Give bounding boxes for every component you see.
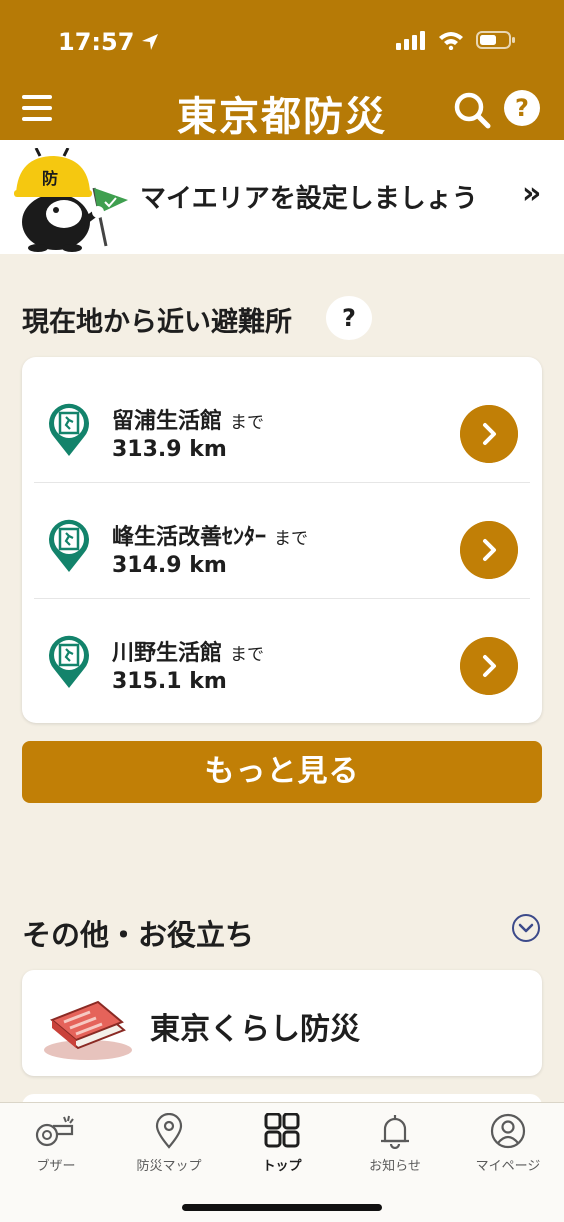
mascot-badge-text: 防 bbox=[42, 169, 58, 188]
status-icons bbox=[396, 30, 516, 50]
mascot-illustration: 防 bbox=[14, 148, 128, 252]
shelter-name: 川野生活館 まで bbox=[112, 635, 264, 667]
tab-label: ブザー bbox=[36, 1159, 76, 1174]
tab-label: 防災マップ bbox=[136, 1159, 202, 1174]
tab-mypage[interactable]: マイページ bbox=[452, 1113, 564, 1177]
status-time: 17:57 bbox=[58, 28, 160, 56]
shelter-pin-icon bbox=[49, 519, 89, 572]
tab-buzzer[interactable]: ブザー bbox=[0, 1113, 112, 1177]
myarea-banner[interactable]: 防 マイエリアを設定しましょう » bbox=[0, 140, 564, 254]
search-icon[interactable] bbox=[452, 90, 492, 130]
shelter-name-text: 川野生活館 bbox=[112, 641, 223, 666]
other-section-title: その他・お役立ち bbox=[22, 918, 255, 952]
nearby-help-button[interactable]: ? bbox=[326, 296, 372, 340]
shelter-suffix: まで bbox=[230, 645, 265, 665]
chevron-right-icon[interactable] bbox=[460, 637, 518, 695]
tab-notices[interactable]: お知らせ bbox=[339, 1113, 451, 1177]
help-button[interactable]: ? bbox=[504, 90, 540, 126]
bell-icon bbox=[381, 1115, 409, 1149]
book-icon bbox=[44, 1000, 132, 1060]
shelter-distance: 313.9 km bbox=[112, 437, 227, 462]
location-arrow-icon bbox=[142, 34, 159, 50]
shelter-list-card: 留浦生活館まで 313.9 km 峰生活改善ｾﾝﾀｰまで 314.9 km bbox=[22, 357, 542, 723]
home-indicator[interactable] bbox=[182, 1204, 382, 1211]
app-header: 東京都防災 ? bbox=[0, 80, 564, 140]
shelter-distance: 315.1 km bbox=[112, 669, 227, 694]
shelter-name-text: 留浦生活館 bbox=[112, 409, 223, 434]
cellular-signal-icon bbox=[396, 31, 425, 50]
shelter-suffix: まで bbox=[230, 413, 265, 433]
kurashi-card-label: 東京くらし防災 bbox=[150, 1012, 360, 1047]
map-pin-icon bbox=[155, 1113, 183, 1149]
shelter-pin-icon bbox=[49, 635, 89, 688]
chevron-right-icon[interactable] bbox=[460, 521, 518, 579]
shelter-name: 留浦生活館 まで bbox=[112, 403, 264, 435]
tab-label: マイページ bbox=[475, 1159, 541, 1174]
whistle-icon bbox=[35, 1115, 74, 1147]
status-time-text: 17:57 bbox=[58, 28, 135, 56]
shelter-suffix: まで bbox=[274, 529, 309, 549]
tab-label: お知らせ bbox=[369, 1159, 421, 1174]
shelter-row[interactable]: 峰生活改善ｾﾝﾀｰ まで 314.9 km bbox=[22, 483, 542, 599]
shelter-name-text: 峰生活改善ｾﾝﾀｰ bbox=[112, 525, 267, 550]
tokyo-kurashi-bousai-card[interactable]: 東京くらし防災 bbox=[22, 970, 542, 1076]
shelter-distance: 314.9 km bbox=[112, 553, 227, 578]
wifi-icon bbox=[439, 32, 463, 50]
chevron-right-icon[interactable] bbox=[460, 405, 518, 463]
double-chevron-right-icon: » bbox=[522, 176, 542, 211]
see-more-button[interactable]: もっと見る bbox=[22, 741, 542, 803]
person-icon bbox=[490, 1113, 526, 1149]
nearby-shelters-title: 現在地から近い避難所 bbox=[22, 307, 292, 338]
status-bar: 17:57 bbox=[0, 0, 564, 80]
shelter-pin-icon bbox=[49, 403, 89, 456]
chevron-down-circle-icon[interactable] bbox=[511, 913, 541, 943]
top-bar: 17:57 東京都防災 ? bbox=[0, 0, 564, 140]
shelter-name: 峰生活改善ｾﾝﾀｰ まで bbox=[112, 519, 308, 551]
tab-top[interactable]: トップ bbox=[226, 1113, 338, 1177]
tab-disaster-map[interactable]: 防災マップ bbox=[113, 1113, 225, 1177]
tab-label: トップ bbox=[262, 1159, 302, 1174]
battery-icon bbox=[476, 31, 515, 49]
myarea-banner-text: マイエリアを設定しましょう bbox=[140, 184, 478, 214]
grid-icon bbox=[264, 1113, 300, 1148]
shelter-row[interactable]: 留浦生活館 まで 313.9 km bbox=[22, 367, 542, 483]
shelter-row[interactable]: 川野生活館 まで 315.1 km bbox=[22, 599, 542, 715]
